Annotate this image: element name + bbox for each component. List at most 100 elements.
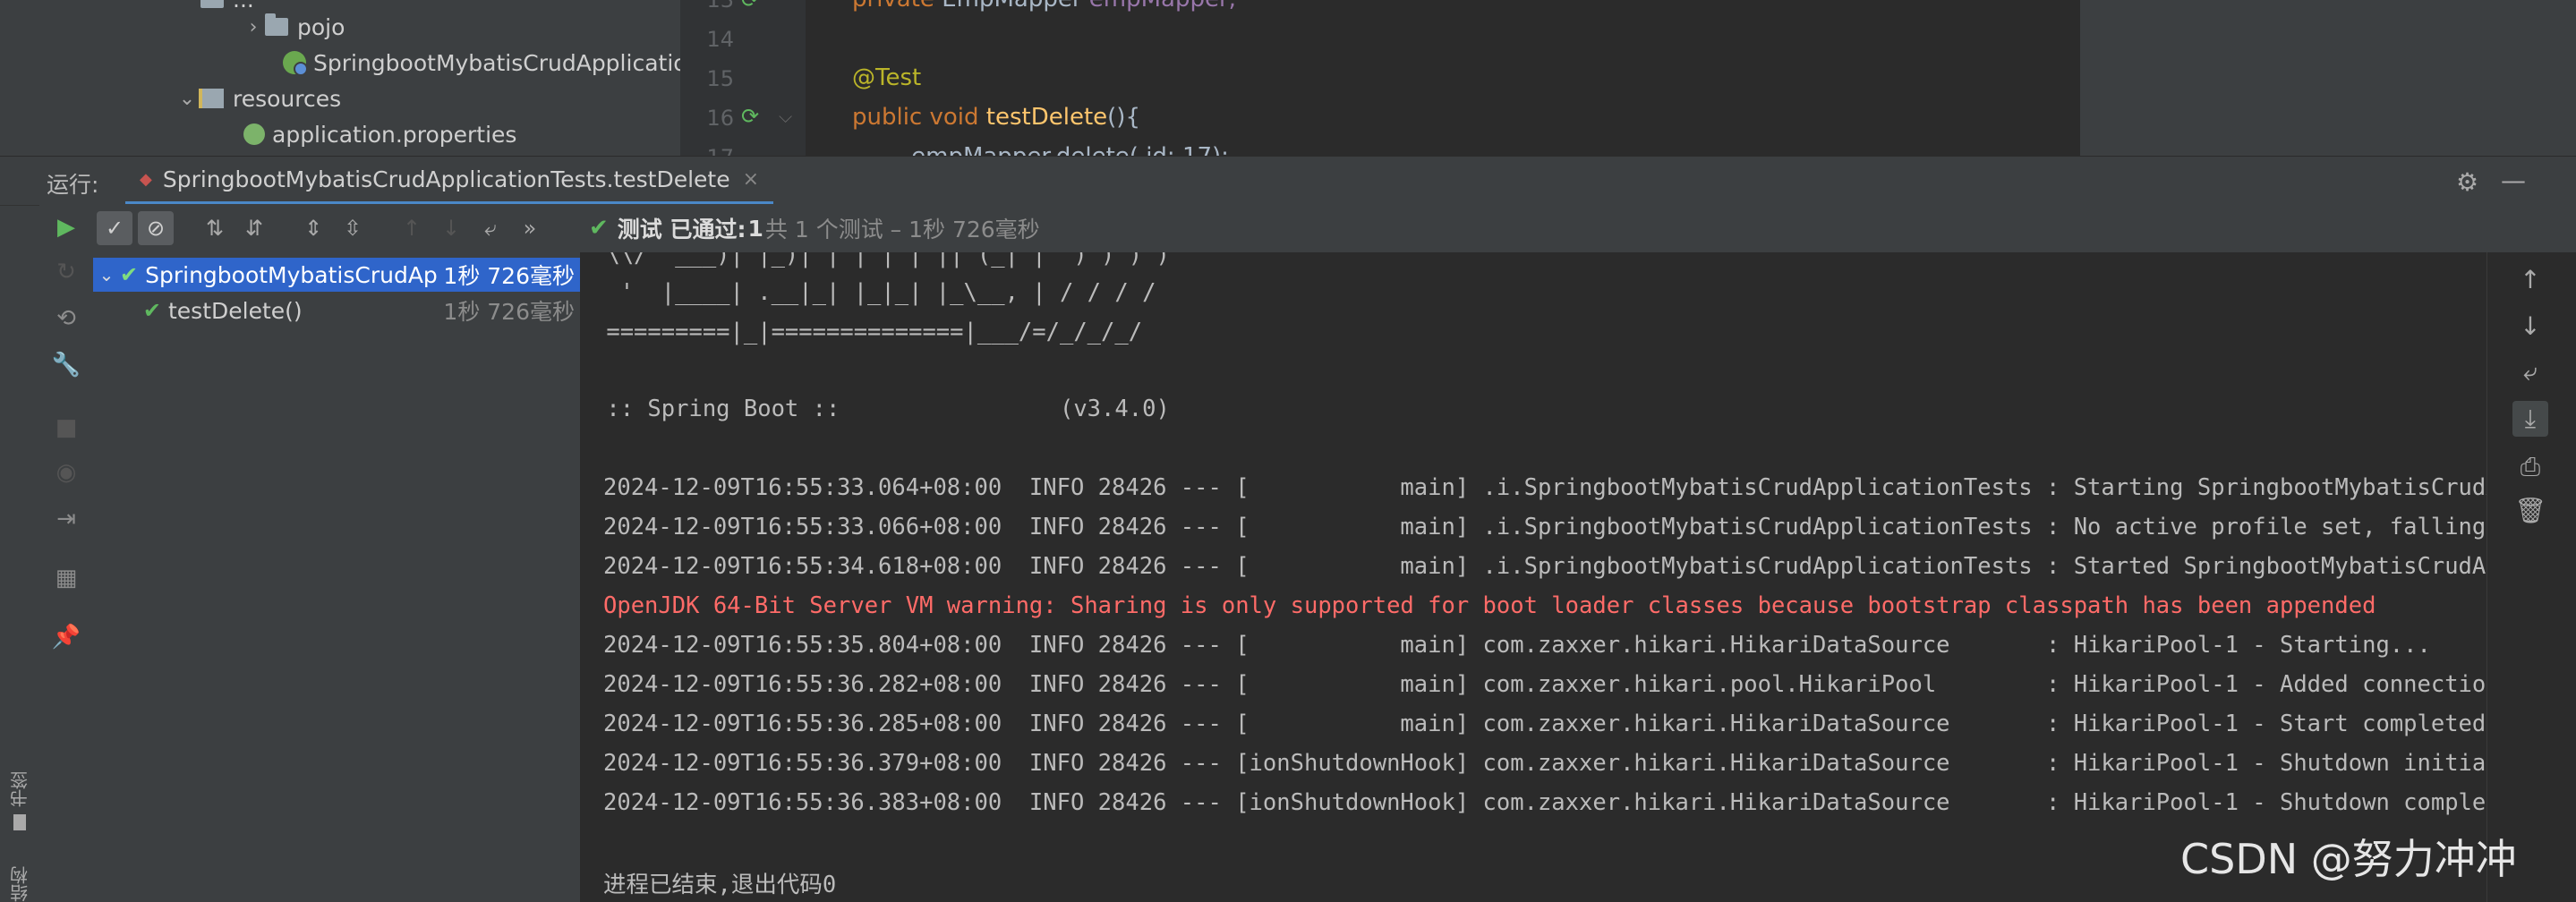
run-gutter-icon[interactable]: ⟳ <box>741 0 759 13</box>
code-editor[interactable]: 13 14 15 16 17 ⟳ ⟳ ⌵ private EmpMapper e… <box>680 0 2080 156</box>
line-number: 14 <box>706 27 734 52</box>
run-gutter-icon[interactable]: ⟳ <box>741 104 759 129</box>
passed-check-icon: ✔ <box>589 215 609 242</box>
scroll-to-end-icon[interactable]: ⤓ <box>2512 401 2548 437</box>
test-tree-item[interactable]: ✔ testDelete() 1秒 726毫秒 <box>93 294 580 328</box>
method-name: testDelete <box>985 104 1108 131</box>
minimize-icon[interactable]: — <box>2501 166 2526 195</box>
folder-icon <box>200 0 224 8</box>
log-line: 2024-12-09T16:55:33.066+08:00 INFO 28426… <box>603 514 2486 540</box>
resources-folder-icon <box>199 89 224 108</box>
tree-item-label: application.properties <box>272 121 517 148</box>
spring-class-icon <box>283 51 308 76</box>
run-label: 运行: <box>47 172 99 198</box>
line-number: 16 <box>706 106 734 131</box>
test-status: ✔ 测试 已通过: 1 共 1 个测试 – 1秒 726毫秒 <box>580 204 2576 252</box>
chevron-down-icon[interactable]: ⌄ <box>175 88 199 110</box>
import-tests-icon[interactable]: ⤶ <box>473 211 508 245</box>
keyword: public <box>852 104 923 131</box>
test-tree-root[interactable]: ⌄ ✔ SpringbootMybatisCrudAp 1秒 726毫秒 <box>93 258 580 292</box>
trash-icon[interactable]: 🗑 <box>2512 492 2548 528</box>
type-name: EmpMapper <box>942 0 1081 13</box>
tree-item-label: pojo <box>297 13 345 40</box>
pin-icon[interactable]: 📌 <box>50 621 82 653</box>
bookmark-icon <box>13 814 26 830</box>
code-line-15: @Test <box>852 64 922 91</box>
tree-item-resources[interactable]: ⌄ resources <box>175 81 341 115</box>
test-config-icon: ◆ <box>140 169 152 189</box>
collapse-all-icon[interactable]: ⇳ <box>335 211 371 245</box>
tree-item-label: resources <box>233 85 342 112</box>
rerun-failed-icon[interactable]: ↻ <box>50 256 82 288</box>
banner-line: ' |____| .__|_| |_|_| |_\__, | / / / / <box>593 279 1156 306</box>
print-icon[interactable]: ⎙ <box>2512 449 2548 485</box>
layout-icon[interactable]: ▦ <box>50 562 82 594</box>
up-arrow-icon[interactable]: ↑ <box>2512 261 2548 297</box>
log-line: 2024-12-09T16:55:36.379+08:00 INFO 28426… <box>603 750 2486 777</box>
field-name: empMapper; <box>1089 0 1237 13</box>
passed-count: 1 <box>747 215 763 242</box>
editor-gutter: 13 14 15 16 17 ⟳ ⟳ ⌵ <box>680 0 806 156</box>
test-duration: 1秒 726毫秒 <box>443 299 575 325</box>
editor-right-panel <box>2080 0 2576 156</box>
chevron-down-icon[interactable]: ⌄ <box>93 264 120 285</box>
gear-icon[interactable]: ⚙ <box>2456 167 2478 197</box>
watermark: CSDN @努力冲冲 <box>2180 835 2517 883</box>
wrench-icon[interactable]: 🔧 <box>50 349 82 381</box>
project-tree: ... › pojo SpringbootMybatisCrudApplicat… <box>39 0 680 156</box>
tree-item-app-class[interactable]: SpringbootMybatisCrudApplication <box>283 46 680 80</box>
bookmarks-label: 书签 <box>9 771 31 807</box>
line-number: 15 <box>706 66 734 91</box>
passed-check-icon: ✔ <box>142 298 161 323</box>
chevron-right-icon[interactable]: › <box>242 16 265 38</box>
tree-item-properties[interactable]: application.properties <box>243 117 516 151</box>
status-prefix: 测试 已通过: <box>617 217 746 243</box>
show-passed-button[interactable]: ✓ <box>97 211 132 245</box>
soft-wrap-icon[interactable]: ⤶ <box>2512 354 2548 390</box>
passed-check-icon: ✔ <box>120 262 139 287</box>
next-failed-icon[interactable]: ↓ <box>433 211 469 245</box>
process-exit-line: 进程已结束,退出代码0 <box>603 872 837 898</box>
left-tool-strip: 书签 结构 <box>0 0 40 902</box>
status-total: 共 1 个测试 – 1秒 726毫秒 <box>764 217 1040 243</box>
log-line: 2024-12-09T16:55:36.285+08:00 INFO 28426… <box>603 711 2486 737</box>
test-results-tree: ⌄ ✔ SpringbootMybatisCrudAp 1秒 726毫秒 ✔ t… <box>93 252 580 902</box>
log-line: 2024-12-09T16:55:36.282+08:00 INFO 28426… <box>603 671 2486 698</box>
tree-item-pojo[interactable]: › pojo <box>242 10 345 44</box>
sort-duration-icon[interactable]: ⇵ <box>236 211 272 245</box>
close-icon[interactable]: × <box>743 168 759 191</box>
bookmarks-tab[interactable]: 书签 <box>5 750 34 830</box>
keyword: private <box>852 0 934 13</box>
code-line-17: empMapper.delete( id: 17); <box>852 143 1229 156</box>
line-number: 17 <box>693 145 734 156</box>
camera-icon[interactable]: ◉ <box>50 456 82 489</box>
run-tool-window-header: 运行: ◆ SpringbootMybatisCrudApplicationTe… <box>0 156 2576 206</box>
rerun-icon[interactable]: ▶ <box>50 211 82 243</box>
structure-label: 结构 <box>9 866 31 902</box>
log-line: 2024-12-09T16:55:36.383+08:00 INFO 28426… <box>603 789 2486 816</box>
spring-boot-version: :: Spring Boot :: (v3.4.0) <box>593 396 1170 422</box>
log-line: 2024-12-09T16:55:34.618+08:00 INFO 28426… <box>603 553 2486 580</box>
sort-alpha-icon[interactable]: ⇅ <box>197 211 233 245</box>
structure-tab[interactable]: 结构 <box>5 852 34 902</box>
tree-item-label: SpringbootMybatisCrudApplication <box>313 49 680 76</box>
code-line-13: private EmpMapper empMapper; <box>852 0 1236 13</box>
down-arrow-icon[interactable]: ↓ <box>2512 308 2548 344</box>
banner-line: =========|_|==============|___/=/_/_/_/ <box>593 319 1143 345</box>
run-tool-strip: ▶ ↻ ⟲ 🔧 ■ ◉ ⇥ ▦ 📌 <box>39 204 94 902</box>
exit-icon[interactable]: ⇥ <box>50 503 82 535</box>
test-toolbar: ✓ ⊘ ⇅ ⇵ ⇕ ⇳ ↑ ↓ ⤶ » <box>93 204 580 252</box>
run-tab[interactable]: ◆ SpringbootMybatisCrudApplicationTests.… <box>125 157 774 205</box>
fold-icon[interactable]: ⌵ <box>779 106 792 127</box>
more-icon[interactable]: » <box>512 211 548 245</box>
punctuation: (){ <box>1107 104 1140 131</box>
show-ignored-button[interactable]: ⊘ <box>138 211 174 245</box>
log-line: 2024-12-09T16:55:33.064+08:00 INFO 28426… <box>603 474 2486 501</box>
console-output[interactable]: \\/ ___)| |_)| | | | | || (_| | ) ) ) ) … <box>580 252 2486 902</box>
keyword: void <box>929 104 979 131</box>
prev-failed-icon[interactable]: ↑ <box>394 211 430 245</box>
expand-all-icon[interactable]: ⇕ <box>295 211 331 245</box>
toggle-autotest-icon[interactable]: ⟲ <box>50 302 82 335</box>
stop-icon[interactable]: ■ <box>50 412 82 444</box>
test-duration: 1秒 726毫秒 <box>443 263 575 289</box>
